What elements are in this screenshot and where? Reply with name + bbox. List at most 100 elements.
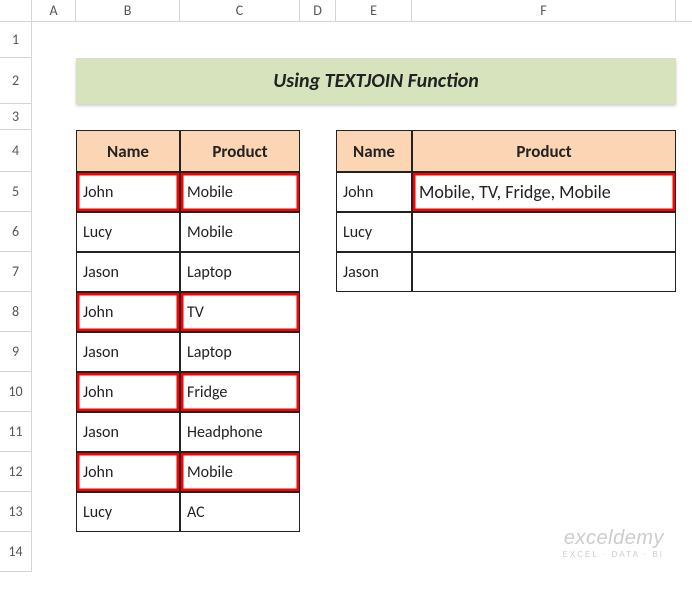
cell[interactable] xyxy=(300,212,336,252)
row-header-11[interactable]: 11 xyxy=(0,412,32,452)
table-cell[interactable]: Lucy xyxy=(336,212,412,252)
cell[interactable] xyxy=(336,412,412,452)
left-header-product[interactable]: Product xyxy=(180,130,300,172)
cell[interactable] xyxy=(300,172,336,212)
row-header-7[interactable]: 7 xyxy=(0,252,32,292)
row-header-5[interactable]: 5 xyxy=(0,172,32,212)
table-cell[interactable]: Mobile xyxy=(180,212,300,252)
cell[interactable] xyxy=(412,492,676,532)
table-cell[interactable]: AC xyxy=(180,492,300,532)
cell[interactable] xyxy=(32,172,76,212)
row-header-13[interactable]: 13 xyxy=(0,492,32,532)
table-cell[interactable] xyxy=(412,252,676,292)
col-header-f[interactable]: F xyxy=(412,0,676,21)
cell[interactable] xyxy=(336,104,412,130)
row-header-3[interactable]: 3 xyxy=(0,104,32,130)
row-header-10[interactable]: 10 xyxy=(0,372,32,412)
cell[interactable] xyxy=(300,104,336,130)
cell[interactable] xyxy=(300,412,336,452)
table-cell[interactable]: Jason xyxy=(76,332,180,372)
cell[interactable] xyxy=(300,452,336,492)
table-cell[interactable]: Fridge xyxy=(180,372,300,412)
cell[interactable] xyxy=(32,130,76,172)
cell[interactable] xyxy=(412,292,676,332)
cell[interactable] xyxy=(300,22,336,58)
cell[interactable] xyxy=(336,452,412,492)
cell[interactable] xyxy=(412,412,676,452)
table-cell[interactable]: Lucy xyxy=(76,212,180,252)
table-cell[interactable]: Jason xyxy=(76,412,180,452)
right-header-name[interactable]: Name xyxy=(336,130,412,172)
cell[interactable] xyxy=(300,372,336,412)
cell[interactable] xyxy=(32,292,76,332)
cell[interactable] xyxy=(32,252,76,292)
cell[interactable] xyxy=(32,492,76,532)
select-all-corner[interactable] xyxy=(0,0,32,21)
cell[interactable] xyxy=(76,532,180,572)
cell[interactable] xyxy=(336,372,412,412)
row-header-8[interactable]: 8 xyxy=(0,292,32,332)
col-header-b[interactable]: B xyxy=(76,0,180,21)
cell[interactable] xyxy=(336,292,412,332)
cell[interactable] xyxy=(336,532,412,572)
row-header-4[interactable]: 4 xyxy=(0,130,32,172)
cell[interactable] xyxy=(76,22,180,58)
cell[interactable] xyxy=(180,104,300,130)
cell[interactable] xyxy=(32,22,76,58)
cell[interactable] xyxy=(32,58,76,104)
row-header-9[interactable]: 9 xyxy=(0,332,32,372)
table-cell[interactable]: John xyxy=(76,172,180,212)
table-cell[interactable]: Mobile xyxy=(180,172,300,212)
row-header-12[interactable]: 12 xyxy=(0,452,32,492)
table-cell[interactable]: TV xyxy=(180,292,300,332)
cell[interactable] xyxy=(412,22,676,58)
cell[interactable] xyxy=(300,532,336,572)
cell[interactable] xyxy=(32,452,76,492)
table-cell[interactable]: John xyxy=(76,452,180,492)
cell[interactable] xyxy=(412,532,676,572)
cell[interactable] xyxy=(32,372,76,412)
col-header-d[interactable]: D xyxy=(300,0,336,21)
cell[interactable] xyxy=(336,492,412,532)
table-cell[interactable]: John xyxy=(76,292,180,332)
cell[interactable] xyxy=(32,532,76,572)
table-cell[interactable]: Laptop xyxy=(180,252,300,292)
cell[interactable] xyxy=(300,292,336,332)
row-header-2[interactable]: 2 xyxy=(0,58,32,104)
table-cell[interactable]: John xyxy=(76,372,180,412)
cell[interactable] xyxy=(180,22,300,58)
table-cell[interactable]: Jason xyxy=(76,252,180,292)
cell[interactable] xyxy=(300,130,336,172)
table-cell[interactable]: Mobile xyxy=(180,452,300,492)
left-header-name[interactable]: Name xyxy=(76,130,180,172)
cell[interactable] xyxy=(32,212,76,252)
cell[interactable] xyxy=(300,332,336,372)
cell[interactable] xyxy=(336,332,412,372)
right-header-product[interactable]: Product xyxy=(412,130,676,172)
cell[interactable] xyxy=(300,492,336,532)
cell[interactable] xyxy=(32,332,76,372)
result-cell[interactable]: Mobile, TV, Fridge, Mobile xyxy=(412,172,676,212)
table-cell[interactable]: Jason xyxy=(336,252,412,292)
cell[interactable] xyxy=(336,22,412,58)
cell[interactable] xyxy=(412,452,676,492)
col-header-e[interactable]: E xyxy=(336,0,412,21)
cell[interactable] xyxy=(180,532,300,572)
cell[interactable] xyxy=(76,104,180,130)
cell[interactable] xyxy=(412,332,676,372)
cell[interactable] xyxy=(32,104,76,130)
cell[interactable] xyxy=(412,104,676,130)
cell[interactable] xyxy=(412,372,676,412)
col-header-c[interactable]: C xyxy=(180,0,300,21)
table-cell[interactable]: Headphone xyxy=(180,412,300,452)
row-header-1[interactable]: 1 xyxy=(0,22,32,58)
row-header-6[interactable]: 6 xyxy=(0,212,32,252)
table-cell[interactable] xyxy=(412,212,676,252)
table-cell[interactable]: Laptop xyxy=(180,332,300,372)
cell[interactable] xyxy=(300,252,336,292)
col-header-a[interactable]: A xyxy=(32,0,76,21)
table-cell[interactable]: John xyxy=(336,172,412,212)
cell[interactable] xyxy=(32,412,76,452)
row-header-14[interactable]: 14 xyxy=(0,532,32,572)
table-cell[interactable]: Lucy xyxy=(76,492,180,532)
